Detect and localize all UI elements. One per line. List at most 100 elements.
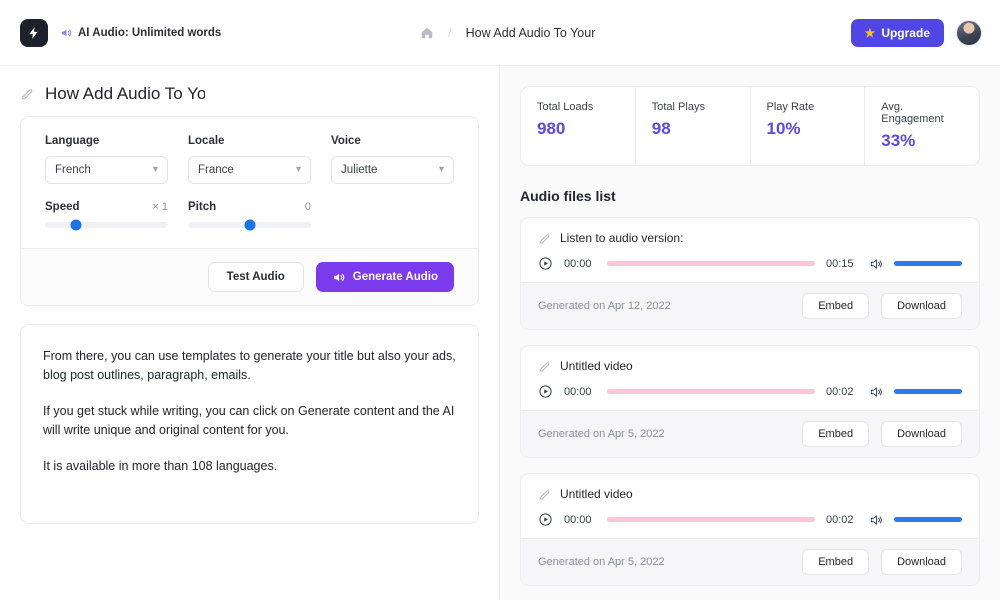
settings-card: Language French ▾ Locale France ▾ Voice … <box>20 116 479 306</box>
editor-card[interactable]: From there, you can use templates to gen… <box>20 324 479 524</box>
left-panel: How Add Audio To Your E Language French … <box>0 66 500 600</box>
stat-total-plays: Total Plays 98 <box>636 87 751 165</box>
right-panel: Total Loads 980 Total Plays 98 Play Rate… <box>500 66 1000 600</box>
embed-button[interactable]: Embed <box>802 549 870 575</box>
speaker-icon <box>332 271 345 284</box>
locale-value: France <box>198 164 234 176</box>
speaker-icon <box>60 27 72 39</box>
editor-paragraph: It is available in more than 108 languag… <box>43 458 278 473</box>
label-voice: Voice <box>331 135 361 147</box>
volume-slider[interactable] <box>894 261 962 266</box>
breadcrumb-current[interactable]: How Add Audio To Your <box>466 26 596 40</box>
chevron-down-icon: ▾ <box>295 164 301 175</box>
audio-card-footer: Generated on Apr 5, 2022 Embed Download <box>521 538 979 585</box>
download-button[interactable]: Download <box>881 549 962 575</box>
audio-duration: 00:15 <box>826 257 854 270</box>
label-language: Language <box>45 135 100 147</box>
generate-audio-label: Generate Audio <box>352 271 438 283</box>
volume-slider[interactable] <box>894 517 962 522</box>
slider-speed: Speed × 1 <box>45 201 168 231</box>
slider-speed-track[interactable] <box>45 219 168 231</box>
avatar[interactable] <box>956 19 982 46</box>
download-button[interactable]: Download <box>881 421 962 447</box>
settings-actions: Test Audio Generate Audio <box>21 248 478 305</box>
brand-tagline: AI Audio: Unlimited words <box>60 27 221 39</box>
audio-name-row: Untitled video <box>538 359 962 373</box>
app-logo[interactable] <box>20 18 48 47</box>
voice-select[interactable]: Juliette ▾ <box>331 156 454 184</box>
audio-progress-bar[interactable] <box>607 517 815 522</box>
page-title: How Add Audio To Your E <box>20 66 479 114</box>
audio-progress-bar[interactable] <box>607 261 815 266</box>
brand-area: AI Audio: Unlimited words <box>0 18 420 47</box>
slider-pitch-track[interactable] <box>188 219 311 231</box>
home-icon[interactable] <box>420 26 434 40</box>
stat-label: Play Rate <box>766 101 815 113</box>
speaker-icon[interactable] <box>869 257 883 271</box>
speaker-icon[interactable] <box>869 385 883 399</box>
top-bar-right: ★ Upgrade <box>850 18 1000 47</box>
test-audio-button[interactable]: Test Audio <box>207 262 304 292</box>
stat-play-rate: Play Rate 10% <box>751 87 866 165</box>
slider-pitch-header: Pitch 0 <box>188 201 311 213</box>
audio-card-actions: Embed Download <box>802 549 962 575</box>
play-icon[interactable] <box>538 512 553 527</box>
generated-date: Generated on Apr 12, 2022 <box>538 300 671 312</box>
audio-progress-bar[interactable] <box>607 389 815 394</box>
slider-speed-thumb[interactable] <box>70 219 82 231</box>
audio-duration: 00:02 <box>826 385 854 398</box>
embed-button[interactable]: Embed <box>802 421 870 447</box>
pencil-icon[interactable] <box>538 488 551 501</box>
audio-card-footer: Generated on Apr 12, 2022 Embed Download <box>521 282 979 329</box>
page-title-text[interactable]: How Add Audio To Your E <box>45 84 205 104</box>
brand-tagline-label: AI Audio: Unlimited words <box>78 26 222 39</box>
audio-card-actions: Embed Download <box>802 293 962 319</box>
audio-name[interactable]: Untitled video <box>560 487 633 501</box>
stats-bar: Total Loads 980 Total Plays 98 Play Rate… <box>520 86 980 166</box>
stat-value: 980 <box>537 119 566 138</box>
pencil-icon[interactable] <box>538 232 551 245</box>
speaker-icon[interactable] <box>869 513 883 527</box>
audio-card-actions: Embed Download <box>802 421 962 447</box>
generated-date: Generated on Apr 5, 2022 <box>538 556 665 568</box>
audio-card: Untitled video 00:00 00:02 Generated on … <box>520 345 980 458</box>
embed-button[interactable]: Embed <box>802 293 870 319</box>
stat-label: Total Loads <box>537 101 594 113</box>
audio-card: Listen to audio version: 00:00 00:15 Gen… <box>520 217 980 330</box>
language-select[interactable]: French ▾ <box>45 156 168 184</box>
slider-row: Speed × 1 Pitch 0 <box>45 201 454 231</box>
slider-pitch: Pitch 0 <box>188 201 311 231</box>
language-value: French <box>55 164 91 176</box>
audio-current-time: 00:00 <box>564 513 592 526</box>
pencil-icon[interactable] <box>538 360 551 373</box>
upgrade-label: Upgrade <box>881 25 930 40</box>
stat-value: 98 <box>651 119 671 138</box>
stat-total-loads: Total Loads 980 <box>521 87 636 165</box>
generate-audio-button[interactable]: Generate Audio <box>315 262 454 292</box>
locale-select[interactable]: France ▾ <box>188 156 311 184</box>
slider-pitch-value: 0 <box>304 201 311 213</box>
slider-speed-label: Speed <box>45 201 80 213</box>
play-icon[interactable] <box>538 384 553 399</box>
audio-card-body: Listen to audio version: 00:00 00:15 <box>521 218 979 282</box>
field-language: Language French ▾ <box>45 135 168 184</box>
field-locale: Locale France ▾ <box>188 135 311 184</box>
pencil-icon[interactable] <box>20 87 34 101</box>
stat-avg-engagement: Avg. Engagement 33% <box>865 87 979 165</box>
audio-name-row: Listen to audio version: <box>538 231 962 245</box>
slider-speed-header: Speed × 1 <box>45 201 168 213</box>
audio-current-time: 00:00 <box>564 257 592 270</box>
play-icon[interactable] <box>538 256 553 271</box>
chevron-down-icon: ▾ <box>438 164 444 175</box>
settings-body: Language French ▾ Locale France ▾ Voice … <box>21 117 478 248</box>
audio-name[interactable]: Untitled video <box>560 359 633 373</box>
slider-pitch-thumb[interactable] <box>244 219 255 231</box>
volume-slider[interactable] <box>894 389 962 394</box>
audio-name[interactable]: Listen to audio version: <box>560 231 683 245</box>
star-icon: ★ <box>864 25 876 40</box>
stat-value: 10% <box>766 119 801 138</box>
lightning-bolt-icon <box>29 26 38 39</box>
audio-card-body: Untitled video 00:00 00:02 <box>521 474 979 538</box>
upgrade-button[interactable]: ★ Upgrade <box>850 18 944 47</box>
download-button[interactable]: Download <box>881 293 962 319</box>
